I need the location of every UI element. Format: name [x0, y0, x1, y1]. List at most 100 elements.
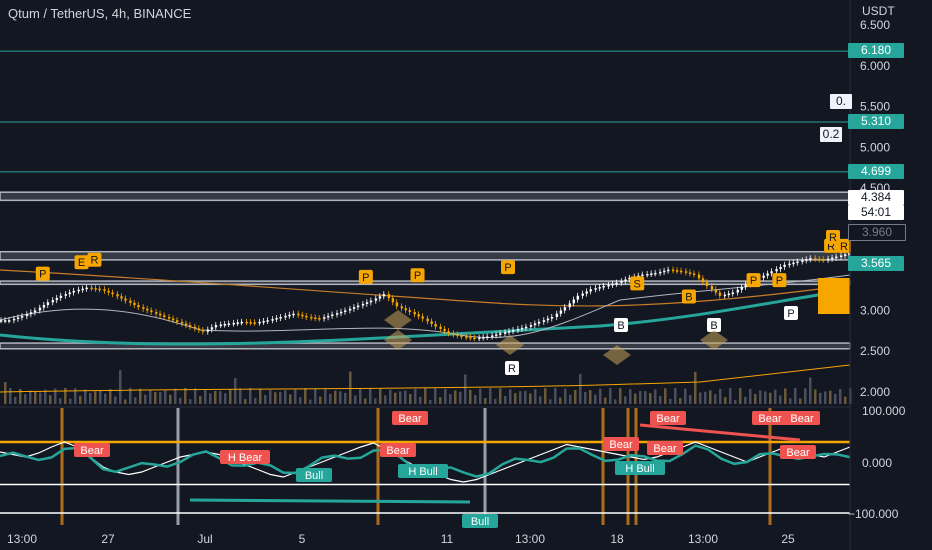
candle-body [382, 294, 386, 297]
candle-body [59, 295, 63, 298]
volume-bar [739, 388, 742, 404]
time-tick: 25 [781, 532, 795, 546]
candle-body [443, 328, 446, 332]
volume-bar [614, 399, 617, 404]
volume-bar [239, 388, 242, 404]
candle-body [723, 294, 727, 297]
candle-body [227, 323, 231, 325]
candle-body [271, 319, 274, 321]
volume-bar [489, 388, 492, 404]
price-chart[interactable]: PE RP PPSBP PR RRB BPR BearBearH BearBullBear… [0, 0, 932, 550]
candle-body [85, 287, 88, 290]
volume-bar [124, 399, 127, 404]
candle-body [417, 314, 420, 317]
volume-bar [279, 391, 282, 404]
candle-body [705, 282, 709, 286]
candle-body [447, 331, 450, 334]
volume-bar [719, 388, 722, 404]
volume-bar [134, 397, 137, 404]
candle-body [20, 316, 24, 318]
volume-bar [334, 390, 337, 404]
volume-bar [94, 391, 97, 404]
candle-body [361, 303, 365, 306]
candle-body [279, 316, 282, 319]
volume-bar [534, 389, 537, 404]
volume-bar [289, 394, 292, 404]
volume-bar [299, 397, 302, 404]
candle-body [692, 273, 696, 275]
volume-bar [169, 394, 172, 404]
volume-bar [374, 398, 377, 404]
candle-body [546, 318, 550, 321]
volume-bar [594, 394, 597, 404]
volume-bar [819, 392, 822, 404]
volume-bar [404, 390, 407, 404]
osc-tick: 0.000 [862, 456, 892, 470]
candle-body [827, 258, 830, 261]
candle-body [469, 337, 472, 339]
volume-bar [429, 399, 432, 404]
price-tick: 2.000 [860, 385, 890, 399]
volume-bar [454, 390, 457, 404]
volume-bar [694, 371, 697, 404]
volume-bar [274, 392, 277, 404]
signal-marker-label: P [750, 275, 757, 287]
candle-body [563, 307, 567, 311]
candle-body [792, 262, 795, 265]
volume-bar [184, 388, 187, 404]
volume-bar [439, 397, 442, 404]
volume-bar [39, 392, 42, 404]
candle-body [783, 264, 786, 267]
volume-bar [339, 391, 342, 404]
candle-body [672, 269, 675, 272]
candle-body [607, 284, 610, 287]
divergence-bull [189, 498, 471, 504]
candle-body [29, 312, 33, 315]
volume-bar [144, 394, 147, 404]
candle-body [374, 298, 378, 301]
volume-bar [704, 391, 707, 404]
candle-body [55, 297, 59, 301]
candle-body [641, 274, 644, 277]
osc-tick: 100.000 [862, 404, 906, 418]
fib-label-1: 0.2 [820, 127, 842, 143]
candle-body [284, 315, 287, 318]
volume-bar [604, 397, 607, 404]
candle-body [602, 285, 605, 288]
time-tick: 13:00 [7, 532, 37, 546]
candle-body [387, 294, 391, 299]
time-tick: 11 [441, 532, 454, 546]
volume-bar [344, 392, 347, 404]
osc-label: Bear [609, 439, 633, 451]
candle-body [663, 270, 666, 273]
signal-marker-label: S [634, 278, 641, 290]
volume-bar [424, 388, 427, 404]
candle-body [684, 271, 688, 273]
candle-body [340, 311, 343, 314]
candle-body [94, 288, 97, 290]
volume-bar [409, 393, 412, 404]
candle-body [38, 307, 42, 311]
candle-body [831, 257, 834, 260]
price-tick: 3.000 [860, 303, 890, 317]
volume-bar [224, 393, 227, 404]
volume-bar [634, 393, 637, 404]
volume-bar [84, 389, 87, 404]
price-badge-2: 4.699 [848, 163, 904, 179]
volume-bar [444, 388, 447, 404]
candle-body [395, 302, 399, 307]
volume-bar [419, 396, 422, 404]
volume-bar [774, 389, 777, 404]
candle-body [33, 310, 37, 313]
candle-body [478, 337, 481, 340]
volume-bar [784, 388, 787, 404]
price-badge-1: 5.310 [848, 114, 904, 130]
volume-bar [599, 388, 602, 404]
volume-bar [799, 398, 802, 404]
candle-body [452, 333, 455, 335]
position-box [818, 278, 850, 314]
candle-body [305, 315, 308, 318]
price-badge-6: 3.565 [848, 256, 904, 272]
candle-body [615, 282, 618, 285]
candle-body [770, 271, 773, 274]
